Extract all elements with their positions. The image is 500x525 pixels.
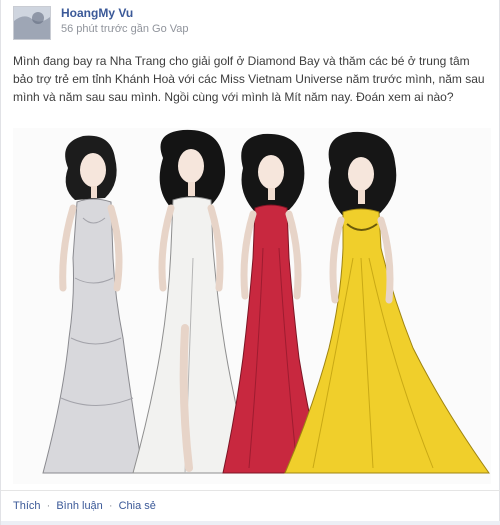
post-divider [1, 490, 500, 491]
comment-link[interactable]: Bình luận [56, 500, 102, 512]
fashion-sketch-image [13, 128, 491, 484]
separator: · [46, 500, 51, 512]
post-footer-bar [1, 521, 500, 525]
timestamp[interactable]: 56 phút trước gần Go Vap [61, 23, 189, 35]
facebook-post: HoangMy Vu 56 phút trước gần Go Vap Mình… [0, 0, 500, 525]
like-link[interactable]: Thích [13, 500, 41, 512]
post-actions: Thích · Bình luận · Chia sẻ [13, 500, 156, 512]
avatar[interactable] [13, 6, 51, 40]
share-link[interactable]: Chia sẻ [119, 500, 156, 512]
post-image[interactable] [13, 128, 491, 484]
post-message: Mình đang bay ra Nha Trang cho giải golf… [13, 54, 485, 104]
avatar-photo-icon [14, 7, 50, 39]
separator: · [108, 500, 113, 512]
post-meta: 56 phút trước gần Go Vap [61, 23, 189, 35]
author-name[interactable]: HoangMy Vu [61, 6, 133, 20]
